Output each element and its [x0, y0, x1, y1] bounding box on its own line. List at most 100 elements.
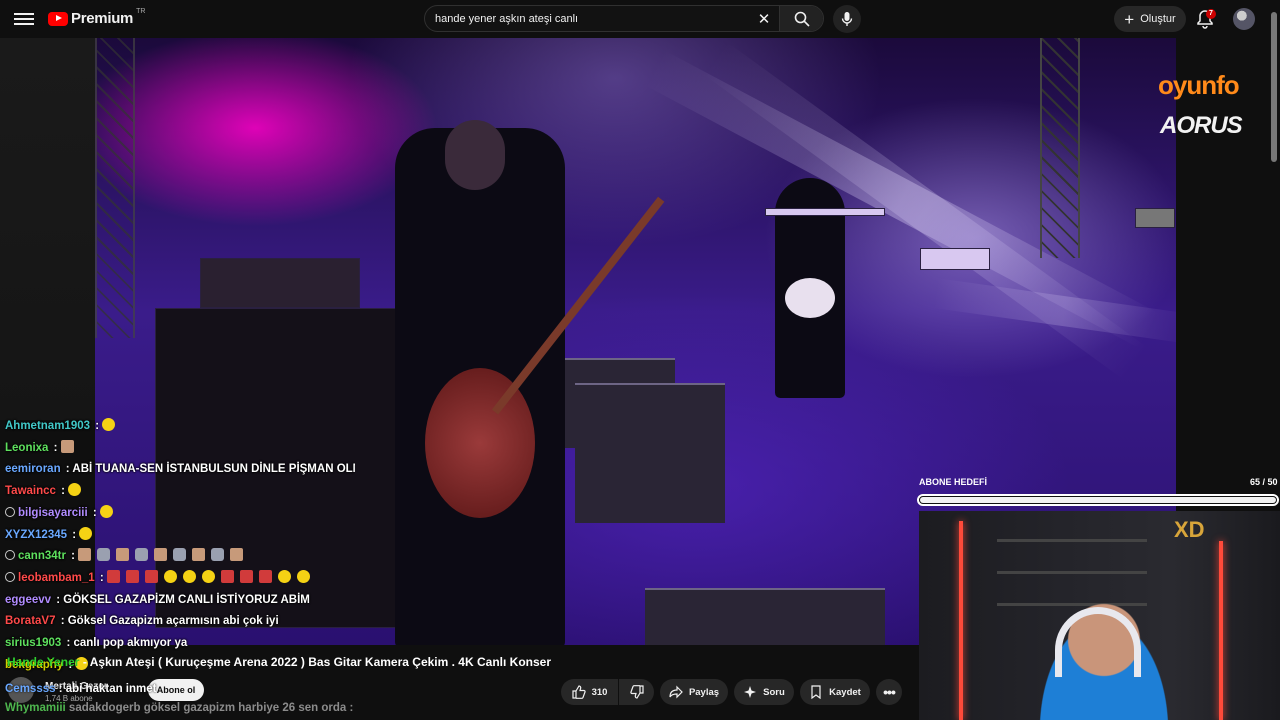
- train-emote-icon: [239, 569, 253, 583]
- chat-message: : GÖKSEL GAZAPİZM CANLI İSTİYORUZ ABİM: [53, 593, 310, 606]
- top-bar: Premium TR ✕ + Oluştur 7: [0, 0, 1280, 38]
- bookmark-icon: [811, 685, 821, 699]
- mic-button[interactable]: [833, 5, 861, 33]
- rock-emote-icon: [96, 548, 110, 562]
- more-icon: •••: [883, 684, 896, 700]
- chat-message: :: [50, 441, 58, 454]
- stage-step: [645, 588, 885, 645]
- chat-message: :: [92, 420, 100, 432]
- chat-username: Tawaincc: [5, 485, 56, 498]
- yellow-emote-icon: [163, 569, 177, 583]
- share-button[interactable]: Paylaş: [660, 679, 728, 705]
- shelf: [997, 571, 1147, 574]
- amp-head: [200, 258, 360, 308]
- train-emote-icon: [106, 569, 120, 583]
- chat-username: eemiroran: [5, 463, 61, 476]
- rock-emote-icon: [172, 548, 186, 562]
- chat-username: eggeevv: [5, 593, 52, 606]
- save-label: Kaydet: [829, 686, 861, 698]
- chat-message: sadakdogerb göksel gazapizm harbiye 26 s…: [68, 702, 354, 714]
- menu-icon[interactable]: [14, 10, 34, 28]
- chat-username: Cemssss: [5, 683, 56, 695]
- sponsor-logo-aorus: AORUS: [1160, 112, 1243, 139]
- yellow-emote-icon: [296, 569, 310, 583]
- chat-message: : canlı pop akmıyor ya: [63, 637, 188, 650]
- search-input[interactable]: [425, 12, 749, 25]
- youtube-play-icon: [48, 11, 68, 26]
- dislike-button[interactable]: [619, 679, 654, 705]
- chat-message: :: [89, 506, 97, 519]
- electric-guitar: [785, 278, 835, 318]
- chat-message-row: cann34tr :: [5, 546, 355, 568]
- stage-step: [575, 383, 725, 523]
- chat-message-row: Leonixa :: [5, 438, 355, 460]
- chat-message-row: BorataV7 : Göksel Gazapizm açarmısın abi…: [5, 611, 355, 633]
- face-emote-icon: [77, 548, 91, 562]
- chat-username: BorataV7: [5, 615, 56, 628]
- chat-message-row: eemiroran : ABİ TUANA-SEN İSTANBULSUN Dİ…: [5, 459, 355, 481]
- sub-goal-label: ABONE HEDEFİ: [919, 477, 988, 487]
- chat-username: sirius1903: [5, 637, 62, 650]
- clear-icon[interactable]: ✕: [749, 10, 779, 28]
- neon-sign: XD: [1174, 517, 1205, 542]
- bassist-head: [445, 120, 505, 190]
- chat-username: Leonixa: [5, 441, 49, 454]
- chat-message-row: leobambam_1 :: [5, 568, 355, 590]
- logo-region: TR: [136, 8, 146, 15]
- thumbs-down-icon: [629, 685, 644, 699]
- chat-message: : ABİ TUANA-SEN İSTANBULSUN DİNLE PİŞMAN…: [62, 463, 355, 476]
- save-button[interactable]: Kaydet: [800, 679, 870, 705]
- youtube-logo[interactable]: Premium TR: [48, 8, 146, 27]
- chat-message-row: Tawaincc :: [5, 481, 355, 503]
- face-emote-icon: [191, 548, 205, 562]
- chat-username: XYZX12345: [5, 528, 68, 541]
- bass-guitar: [425, 368, 535, 518]
- chat-message-overlap: Cemssss : abi haktan inmet: [5, 683, 156, 695]
- face-emote-icon: [153, 548, 167, 562]
- face-emote-icon: [229, 548, 243, 562]
- avatar[interactable]: [1233, 8, 1255, 30]
- share-label: Paylaş: [688, 686, 720, 698]
- chat-message: :: [69, 528, 77, 541]
- sponsor-logo-oyunfor: oyunfo: [1158, 70, 1240, 100]
- ask-label: Soru: [763, 686, 785, 698]
- ask-button[interactable]: Soru: [734, 679, 794, 705]
- sub-goal-fill: [920, 497, 1276, 503]
- search-icon: [794, 11, 810, 27]
- stage-truss: [95, 38, 135, 338]
- yellow-emote-icon: [182, 569, 196, 583]
- logo-text: Premium: [71, 10, 134, 27]
- mic-icon: [841, 12, 853, 26]
- left-pane: [0, 38, 96, 420]
- notification-count-badge: 7: [1206, 9, 1216, 19]
- more-button[interactable]: •••: [876, 679, 902, 705]
- chat-message-row: XYZX12345 :: [5, 525, 355, 547]
- video-title: Hande Yener - Aşkın Ateşi ( Kuruçeşme Ar…: [7, 655, 551, 669]
- train-emote-icon: [144, 569, 158, 583]
- rock-emote-icon: [134, 548, 148, 562]
- chat-message-row: bilgisayarciii :: [5, 503, 355, 525]
- chat-message: : Göksel Gazapizm açarmısın abi çok iyi: [57, 615, 279, 628]
- create-button[interactable]: + Oluştur: [1114, 6, 1186, 32]
- led-strip: [1219, 541, 1223, 720]
- webcam-overlay: XD: [919, 511, 1280, 720]
- chat-overlay: Ahmetnam1903 : Leonixa : eemiroran : ABİ T…: [5, 416, 355, 676]
- video-title-prefix: Hande Yener: [7, 655, 80, 669]
- page-scrollbar[interactable]: [1271, 12, 1277, 162]
- yellow-emote-icon: [201, 569, 215, 583]
- chat-message-row: eggeevv : GÖKSEL GAZAPİZM CANLI İSTİYORU…: [5, 590, 355, 612]
- chat-badge-icon: [5, 571, 15, 582]
- like-button[interactable]: 310: [561, 679, 618, 705]
- rock-emote-icon: [210, 548, 224, 562]
- train-emote-icon: [125, 569, 139, 583]
- chat-badge-icon: [5, 550, 15, 561]
- yellow-emote-icon: [277, 569, 291, 583]
- keyboard: [765, 208, 885, 216]
- create-label: Oluştur: [1140, 13, 1176, 25]
- share-icon: [669, 685, 683, 699]
- chat-username: Whymamiii: [5, 702, 66, 714]
- chat-badge-icon: [5, 506, 15, 517]
- yellow-emote-icon: [79, 526, 93, 540]
- chat-message: :: [96, 571, 104, 584]
- search-button[interactable]: [779, 6, 823, 31]
